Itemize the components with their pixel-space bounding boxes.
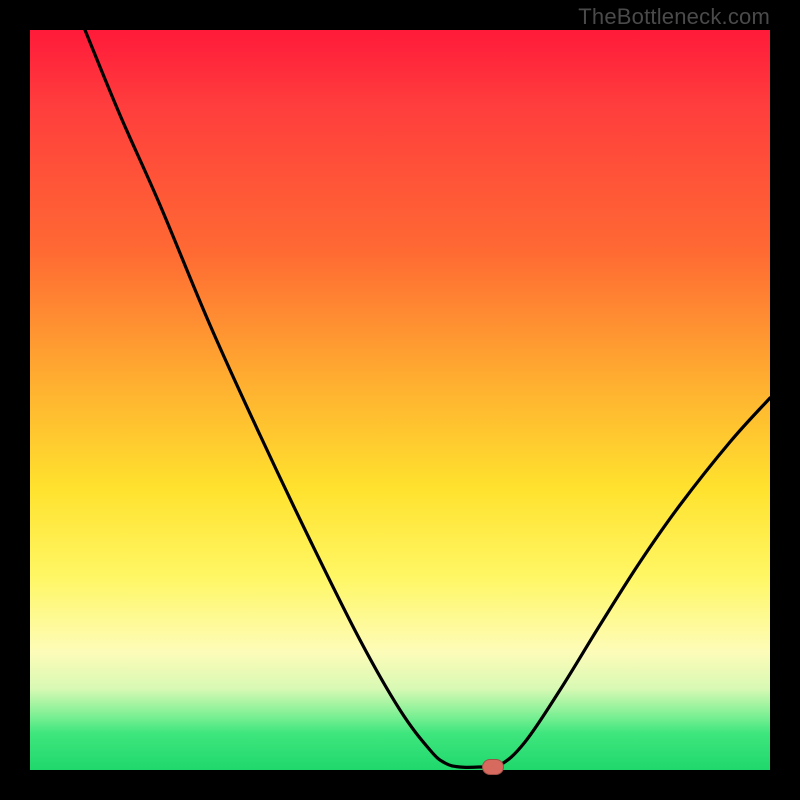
plot-area <box>30 30 770 770</box>
optimal-marker <box>482 759 504 775</box>
watermark-text: TheBottleneck.com <box>578 4 770 30</box>
bottleneck-curve <box>30 30 770 770</box>
chart-frame: TheBottleneck.com <box>0 0 800 800</box>
curve-path <box>85 30 770 768</box>
